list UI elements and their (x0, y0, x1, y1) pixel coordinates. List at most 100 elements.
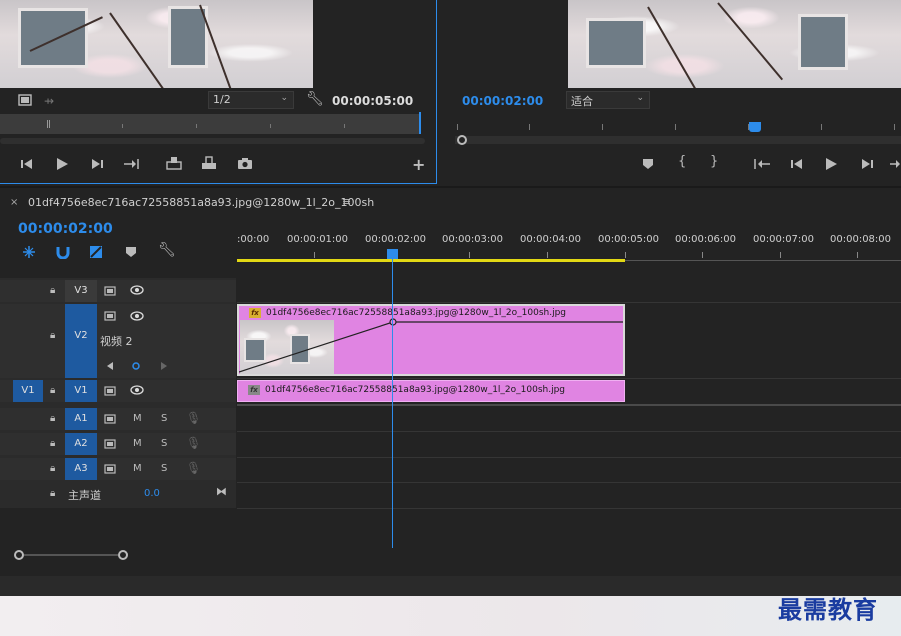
sync-lock-icon[interactable] (104, 438, 116, 450)
lock-icon[interactable]: 🔒︎ (50, 285, 55, 297)
go-to-edges-icon[interactable]: ⧓ (216, 486, 227, 498)
mute-button[interactable]: M (133, 438, 142, 449)
nest-sequence-icon[interactable] (22, 245, 36, 259)
source-playhead[interactable] (419, 112, 421, 134)
timeline-playhead-handle[interactable] (387, 249, 398, 259)
mark-out-icon[interactable]: } (710, 155, 718, 168)
mute-button[interactable]: M (133, 463, 142, 474)
track-header-v2: 🔒︎ V2 视频 2 (0, 304, 236, 378)
track-toggle-a3[interactable]: A3 (65, 458, 97, 480)
zoom-range[interactable] (24, 554, 118, 556)
timeline-playhead-line[interactable] (392, 252, 393, 548)
linked-selection-icon[interactable] (89, 245, 103, 259)
track-header-a2: 🔒︎ A2 M S 🎙︎ (0, 433, 236, 455)
step-forward-icon[interactable] (860, 158, 874, 170)
marker-icon[interactable] (642, 158, 654, 170)
play-icon[interactable] (824, 157, 838, 171)
track-toggle-a1[interactable]: A1 (65, 408, 97, 430)
track-header-v3: 🔒︎ V3 (0, 280, 236, 302)
add-marker-icon[interactable] (125, 246, 137, 258)
source-time-ruler[interactable] (0, 114, 420, 134)
program-time-ruler[interactable] (455, 118, 901, 134)
solo-button[interactable]: S (161, 438, 167, 449)
add-keyframe-icon[interactable] (132, 362, 140, 370)
program-playhead[interactable] (749, 122, 761, 132)
sync-lock-icon[interactable] (104, 463, 116, 475)
ruler-label: 00:00:05:00 (598, 234, 660, 245)
sync-lock-icon[interactable] (104, 413, 116, 425)
source-zoom-scrollbar[interactable] (0, 138, 425, 144)
microphone-icon[interactable]: 🎙︎ (186, 462, 201, 474)
microphone-icon[interactable]: 🎙︎ (186, 412, 201, 424)
eye-icon[interactable] (130, 385, 144, 395)
insert-icon[interactable] (165, 156, 183, 170)
program-timecode[interactable]: 00:00:02:00 (462, 94, 543, 108)
source-patch-v1[interactable]: V1 (13, 380, 43, 402)
lock-icon[interactable]: 🔒︎ (50, 330, 55, 342)
zoom-handle-right[interactable] (118, 550, 128, 560)
lock-icon[interactable]: 🔒︎ (50, 488, 55, 500)
lock-icon[interactable]: 🔒︎ (50, 385, 55, 397)
step-forward-icon[interactable] (90, 158, 104, 170)
mark-in-icon[interactable]: { (678, 155, 686, 168)
mute-button[interactable]: M (133, 413, 142, 424)
close-tab-icon[interactable]: × (10, 197, 18, 208)
opacity-keyframe-line[interactable] (239, 306, 623, 374)
next-keyframe-icon[interactable] (160, 361, 168, 371)
go-to-out-icon[interactable] (123, 158, 141, 170)
camera-icon[interactable] (237, 157, 253, 170)
clip-v1[interactable]: fx 01df4756e8ec716ac72558851a8a93.jpg@12… (237, 380, 625, 402)
sync-lock-icon[interactable] (104, 310, 116, 322)
snap-icon[interactable] (56, 245, 70, 259)
track-toggle-v1[interactable]: V1 (65, 380, 97, 402)
wrench-icon[interactable]: 🔧︎ (158, 243, 176, 257)
lock-icon[interactable]: 🔒︎ (50, 413, 55, 425)
ruler-label: 00:00:06:00 (675, 234, 737, 245)
ruler-label: 00:00:01:00 (287, 234, 349, 245)
sync-lock-icon[interactable] (104, 285, 116, 297)
step-back-icon[interactable] (20, 158, 34, 170)
play-icon[interactable] (55, 157, 69, 171)
sync-lock-icon[interactable] (104, 385, 116, 397)
panel-focus-border-bottom (0, 183, 437, 184)
program-zoom-scrollbar[interactable] (455, 135, 901, 145)
eye-icon[interactable] (130, 285, 144, 295)
microphone-icon[interactable]: 🎙︎ (186, 437, 201, 449)
go-to-in-icon[interactable] (753, 158, 771, 170)
solo-button[interactable]: S (161, 413, 167, 424)
source-timecode[interactable]: 00:00:05:00 (332, 94, 413, 108)
track-name-v2[interactable]: 视频 2 (100, 333, 133, 349)
timeline-zoom-scrollbar[interactable] (0, 548, 901, 562)
go-to-out-icon[interactable] (889, 158, 901, 170)
solo-button[interactable]: S (161, 463, 167, 474)
lock-icon[interactable]: 🔒︎ (50, 438, 55, 450)
resolution-value: 1/2 (213, 93, 231, 106)
master-volume-value[interactable]: 0.0 (144, 488, 160, 499)
film-icon[interactable] (18, 94, 32, 106)
lock-icon[interactable]: 🔒︎ (50, 463, 55, 475)
zoom-handle-left[interactable] (14, 550, 24, 560)
panel-menu-icon[interactable]: ≡ (342, 195, 351, 208)
ruler-label: 00:00:07:00 (753, 234, 815, 245)
prev-keyframe-icon[interactable] (106, 361, 114, 371)
track-toggle-v3[interactable]: V3 (65, 280, 97, 302)
sequence-tab-title[interactable]: 01df4756e8ec716ac72558851a8a93.jpg@1280w… (28, 196, 374, 209)
track-header-v1: V1 🔒︎ V1 (0, 380, 236, 402)
insert-arrow-icon[interactable]: ⇸ (44, 95, 54, 107)
work-area-bar[interactable] (237, 259, 625, 262)
plus-icon[interactable]: + (412, 157, 425, 173)
fit-dropdown[interactable]: 适合 ⌄ (566, 91, 650, 109)
track-toggle-a2[interactable]: A2 (65, 433, 97, 455)
ruler-label: 00:00:04:00 (520, 234, 582, 245)
zoom-handle[interactable] (457, 135, 467, 145)
wrench-icon[interactable]: 🔧︎ (306, 92, 324, 106)
resolution-dropdown[interactable]: 1/2 ⌄ (208, 91, 294, 109)
overwrite-icon[interactable] (200, 156, 218, 170)
fx-badge[interactable]: fx (248, 385, 260, 395)
track-toggle-v2[interactable]: V2 (65, 304, 97, 378)
timeline-time-ruler[interactable]: :00:00 00:00:01:00 00:00:02:00 00:00:03:… (237, 222, 901, 264)
timeline-timecode[interactable]: 00:00:02:00 (18, 221, 113, 237)
step-back-icon[interactable] (790, 158, 804, 170)
eye-icon[interactable] (130, 311, 144, 321)
clip-v2[interactable]: fx 01df4756e8ec716ac72558851a8a93.jpg@12… (237, 304, 625, 376)
